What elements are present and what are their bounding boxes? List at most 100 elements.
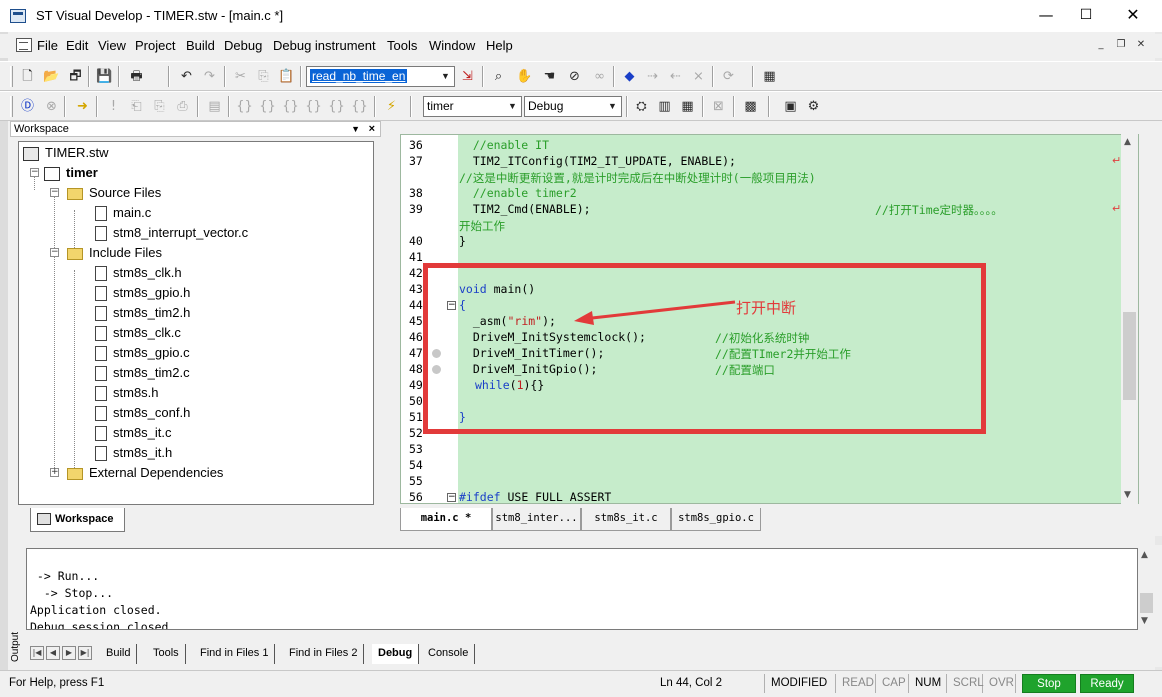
next-bookmark-icon[interactable]: ⇢ <box>643 67 662 86</box>
reset-icon[interactable]: ⚡ <box>382 97 401 116</box>
menu-help[interactable]: Help <box>486 38 513 53</box>
save-icon[interactable]: 💾 <box>95 67 114 86</box>
menu-build[interactable]: Build <box>186 38 215 53</box>
open-file-icon[interactable]: 📂 <box>42 67 61 86</box>
refresh-icon[interactable]: ⟳ <box>719 67 738 86</box>
scroll-up-icon[interactable]: ▲ <box>1141 550 1148 560</box>
undo-icon[interactable]: ↶ <box>177 67 196 86</box>
tab-find-in-files-1[interactable]: Find in Files 1 <box>194 644 276 664</box>
tree-node-file[interactable]: stm8s_conf.h <box>95 404 190 422</box>
workspace-close-icon[interactable]: × <box>369 122 375 136</box>
scroll-up-icon[interactable]: ▲ <box>1124 137 1131 147</box>
copy-icon[interactable]: ⎘ <box>254 67 273 86</box>
chevron-down-icon[interactable]: ▼ <box>504 97 521 116</box>
step-over-instr-icon[interactable]: {} <box>258 97 277 116</box>
configuration-combo-value[interactable]: Debug <box>528 99 563 113</box>
scroll-down-icon[interactable]: ▼ <box>1124 490 1131 500</box>
expand-icon[interactable]: + <box>50 468 59 477</box>
menu-project[interactable]: Project <box>135 38 175 53</box>
new-window-icon[interactable]: 🗗 <box>66 67 85 86</box>
project-combo-value[interactable]: timer <box>427 99 454 113</box>
tab-find-in-files-2[interactable]: Find in Files 2 <box>283 644 365 664</box>
stop-debug-icon[interactable]: ⊗ <box>42 97 61 116</box>
step-out-instr-icon[interactable]: {} <box>281 97 300 116</box>
rebuild-icon[interactable]: ▦ <box>678 97 697 116</box>
debug-window-icon[interactable]: ▣ <box>781 97 800 116</box>
clear-all-bookmarks-icon[interactable]: ⨯ <box>689 67 708 86</box>
tree-node-file[interactable]: stm8s_clk.c <box>95 324 181 342</box>
hand-bookmark-icon[interactable]: ☚ <box>540 67 559 86</box>
cut-icon[interactable]: ✂ <box>231 67 250 86</box>
menu-debug[interactable]: Debug <box>224 38 262 53</box>
chevron-down-icon[interactable]: ▼ <box>604 97 621 116</box>
tree-node-file[interactable]: stm8_interrupt_vector.c <box>95 224 248 242</box>
tree-node-file[interactable]: stm8s_it.c <box>95 424 172 442</box>
step-into-icon[interactable]: ⎗ <box>127 97 146 116</box>
programmer-icon[interactable]: ▩ <box>741 97 760 116</box>
menu-tools[interactable]: Tools <box>387 38 417 53</box>
mdi-close-button[interactable]: ✕ <box>1134 39 1148 52</box>
document-icon[interactable] <box>16 38 32 52</box>
first-tab-icon[interactable]: |◀ <box>30 646 44 660</box>
step-over-icon[interactable]: ⎘ <box>150 97 169 116</box>
collapse-icon[interactable]: − <box>50 188 59 197</box>
tree-node-workspace[interactable]: TIMER.stw <box>23 144 109 162</box>
toolbar-grip[interactable] <box>10 96 13 117</box>
build-icon[interactable]: ▥ <box>655 97 674 116</box>
tree-node-file[interactable]: stm8s_gpio.h <box>95 284 190 302</box>
close-button[interactable]: ✕ <box>1110 0 1156 32</box>
tab-tools[interactable]: Tools <box>147 644 186 664</box>
prev-bookmark-icon[interactable]: ⇠ <box>666 67 685 86</box>
workspace-menu-icon[interactable]: ▼ <box>351 122 360 136</box>
tab-main-c[interactable]: main.c * <box>400 508 492 531</box>
tree-node-file[interactable]: stm8s_clk.h <box>95 264 182 282</box>
hand-icon[interactable]: ✋ <box>515 67 534 86</box>
collapse-icon[interactable]: − <box>30 168 39 177</box>
output-text-area[interactable]: -> Run... -> Stop... Application closed.… <box>26 548 1138 630</box>
tab-debug[interactable]: Debug <box>372 644 420 664</box>
paste-icon[interactable]: 📋 <box>277 67 296 86</box>
scroll-down-icon[interactable]: ▼ <box>1141 616 1148 626</box>
find-combo-value[interactable]: read_nb_time_en <box>310 69 408 83</box>
tab-build[interactable]: Build <box>100 644 138 664</box>
toggle-bookmark-icon[interactable]: ◆ <box>620 67 639 86</box>
clear-bookmarks-icon[interactable]: ⊘ <box>565 67 584 86</box>
show-next-icon[interactable]: {} <box>327 97 346 116</box>
menu-edit[interactable]: Edit <box>66 38 88 53</box>
tab-console[interactable]: Console <box>422 644 476 664</box>
print-icon[interactable]: 🖶 <box>127 67 146 86</box>
debug-start-icon[interactable]: Ⓓ <box>18 97 37 116</box>
peripheral-icon[interactable]: ⚙ <box>804 97 823 116</box>
find-combo[interactable]: read_nb_time_en ▼ <box>306 66 455 87</box>
tree-node-source-files[interactable]: Source Files <box>67 184 161 202</box>
output-vertical-scrollbar[interactable]: ▲ ▼ <box>1138 548 1155 630</box>
scrollbar-thumb[interactable] <box>1140 593 1153 613</box>
configuration-combo[interactable]: Debug ▼ <box>524 96 622 117</box>
tree-node-file[interactable]: main.c <box>95 204 151 222</box>
toolbar-grip[interactable] <box>10 66 13 87</box>
redo-icon[interactable]: ↷ <box>200 67 219 86</box>
tree-node-file[interactable]: stm8s.h <box>95 384 159 402</box>
tree-node-file[interactable]: stm8s_tim2.h <box>95 304 190 322</box>
step-out-icon[interactable]: ⎙ <box>173 97 192 116</box>
next-tab-icon[interactable]: ▶ <box>62 646 76 660</box>
restart-icon[interactable]: {} <box>350 97 369 116</box>
tree-node-file[interactable]: stm8s_it.h <box>95 444 172 462</box>
tree-node-external-dependencies[interactable]: External Dependencies <box>67 464 223 482</box>
tab-stm8-interrupt-vector[interactable]: stm8_inter... <box>492 508 581 531</box>
menu-file[interactable]: File <box>37 38 58 53</box>
tree-node-file[interactable]: stm8s_tim2.c <box>95 364 190 382</box>
tab-stm8s-it-c[interactable]: stm8s_it.c <box>581 508 671 531</box>
mdi-minimize-button[interactable]: _ <box>1094 39 1108 52</box>
workspace-tab[interactable]: Workspace <box>30 508 125 532</box>
menu-view[interactable]: View <box>98 38 126 53</box>
find-in-files-icon[interactable]: ⇲ <box>458 67 477 86</box>
collapse-icon[interactable]: − <box>50 248 59 257</box>
last-tab-icon[interactable]: ▶| <box>78 646 92 660</box>
compile-icon[interactable]: ⛭ <box>632 97 651 116</box>
new-file-icon[interactable]: 🗋 <box>18 67 37 86</box>
tree-node-include-files[interactable]: Include Files <box>67 244 162 262</box>
menu-window[interactable]: Window <box>429 38 475 53</box>
scrollbar-thumb[interactable] <box>1123 312 1136 400</box>
tree-node-project[interactable]: timer <box>44 164 98 182</box>
